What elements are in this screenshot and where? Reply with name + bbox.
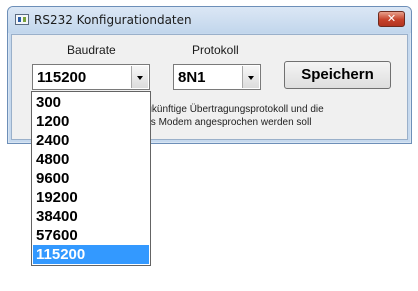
close-icon: ✕	[386, 12, 397, 25]
baudrate-option-9600[interactable]: 9600	[33, 169, 149, 188]
protokoll-label: Protokoll	[192, 43, 239, 57]
chevron-down-icon[interactable]	[131, 66, 148, 88]
description-line-2: er das Modem angesprochen werden soll	[128, 117, 312, 128]
baudrate-option-1200[interactable]: 1200	[33, 112, 149, 131]
protokoll-combobox[interactable]: 8N1	[173, 64, 261, 90]
save-button[interactable]: Speichern	[284, 61, 391, 89]
baudrate-option-4800[interactable]: 4800	[33, 150, 149, 169]
rs232-app-icon	[15, 14, 29, 25]
window-title: RS232 Konfigurationdaten	[34, 13, 192, 27]
close-button[interactable]: ✕	[378, 11, 405, 27]
baudrate-option-2400[interactable]: 2400	[33, 131, 149, 150]
baudrate-dropdown-list: 300 1200 2400 4800 9600 19200 38400 5760…	[31, 91, 151, 266]
baudrate-option-19200[interactable]: 19200	[33, 188, 149, 207]
baudrate-selected-value: 115200	[37, 69, 87, 86]
baudrate-option-300[interactable]: 300	[33, 93, 149, 112]
baudrate-option-57600[interactable]: 57600	[33, 226, 149, 245]
baudrate-combobox[interactable]: 115200	[32, 64, 150, 90]
description-text: as zukünftige Übertragungsprotokoll und …	[128, 103, 368, 129]
protokoll-selected-value: 8N1	[178, 69, 206, 86]
chevron-down-icon[interactable]	[242, 66, 259, 88]
title-bar[interactable]: RS232 Konfigurationdaten ✕	[8, 7, 411, 33]
baudrate-option-115200[interactable]: 115200	[33, 245, 149, 264]
description-line-1: as zukünftige Übertragungsprotokoll und …	[128, 104, 324, 115]
baudrate-option-38400[interactable]: 38400	[33, 207, 149, 226]
baudrate-label: Baudrate	[67, 43, 116, 57]
